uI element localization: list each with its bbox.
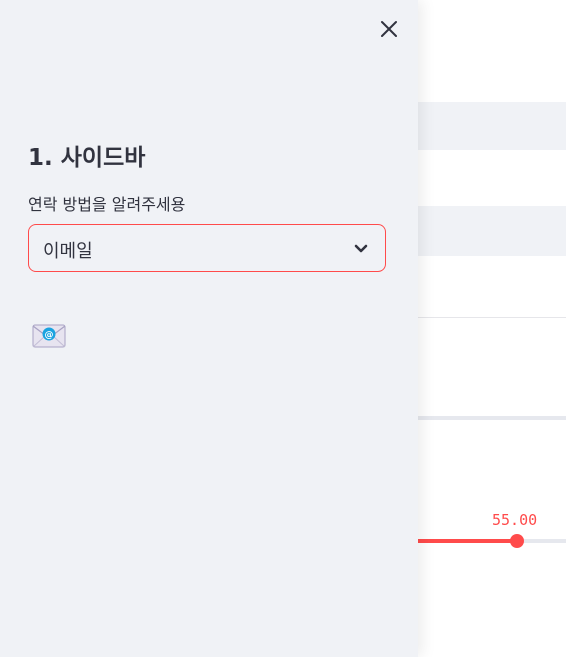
svg-text:@: @	[45, 331, 54, 341]
sidebar: 1. 사이드바 연락 방법을 알려주세용 이메일 @	[0, 0, 418, 657]
chevron-down-icon	[354, 244, 368, 253]
slider-value: 55.00	[492, 511, 538, 529]
close-sidebar-button[interactable]	[376, 16, 402, 42]
divider	[418, 317, 566, 318]
content-block	[418, 102, 566, 150]
select-value: 이메일	[43, 241, 93, 262]
close-icon	[381, 21, 397, 37]
progress-track	[418, 416, 566, 420]
content-block	[418, 206, 566, 256]
slider-fill	[418, 539, 517, 543]
envelope-with-at-icon: @	[32, 322, 66, 350]
sidebar-title: 1. 사이드바	[28, 145, 146, 171]
contact-method-label: 연락 방법을 알려주세용	[28, 195, 186, 214]
slider-track[interactable]	[418, 539, 566, 543]
slider-thumb[interactable]	[510, 534, 524, 548]
contact-method-select[interactable]: 이메일	[28, 224, 386, 272]
